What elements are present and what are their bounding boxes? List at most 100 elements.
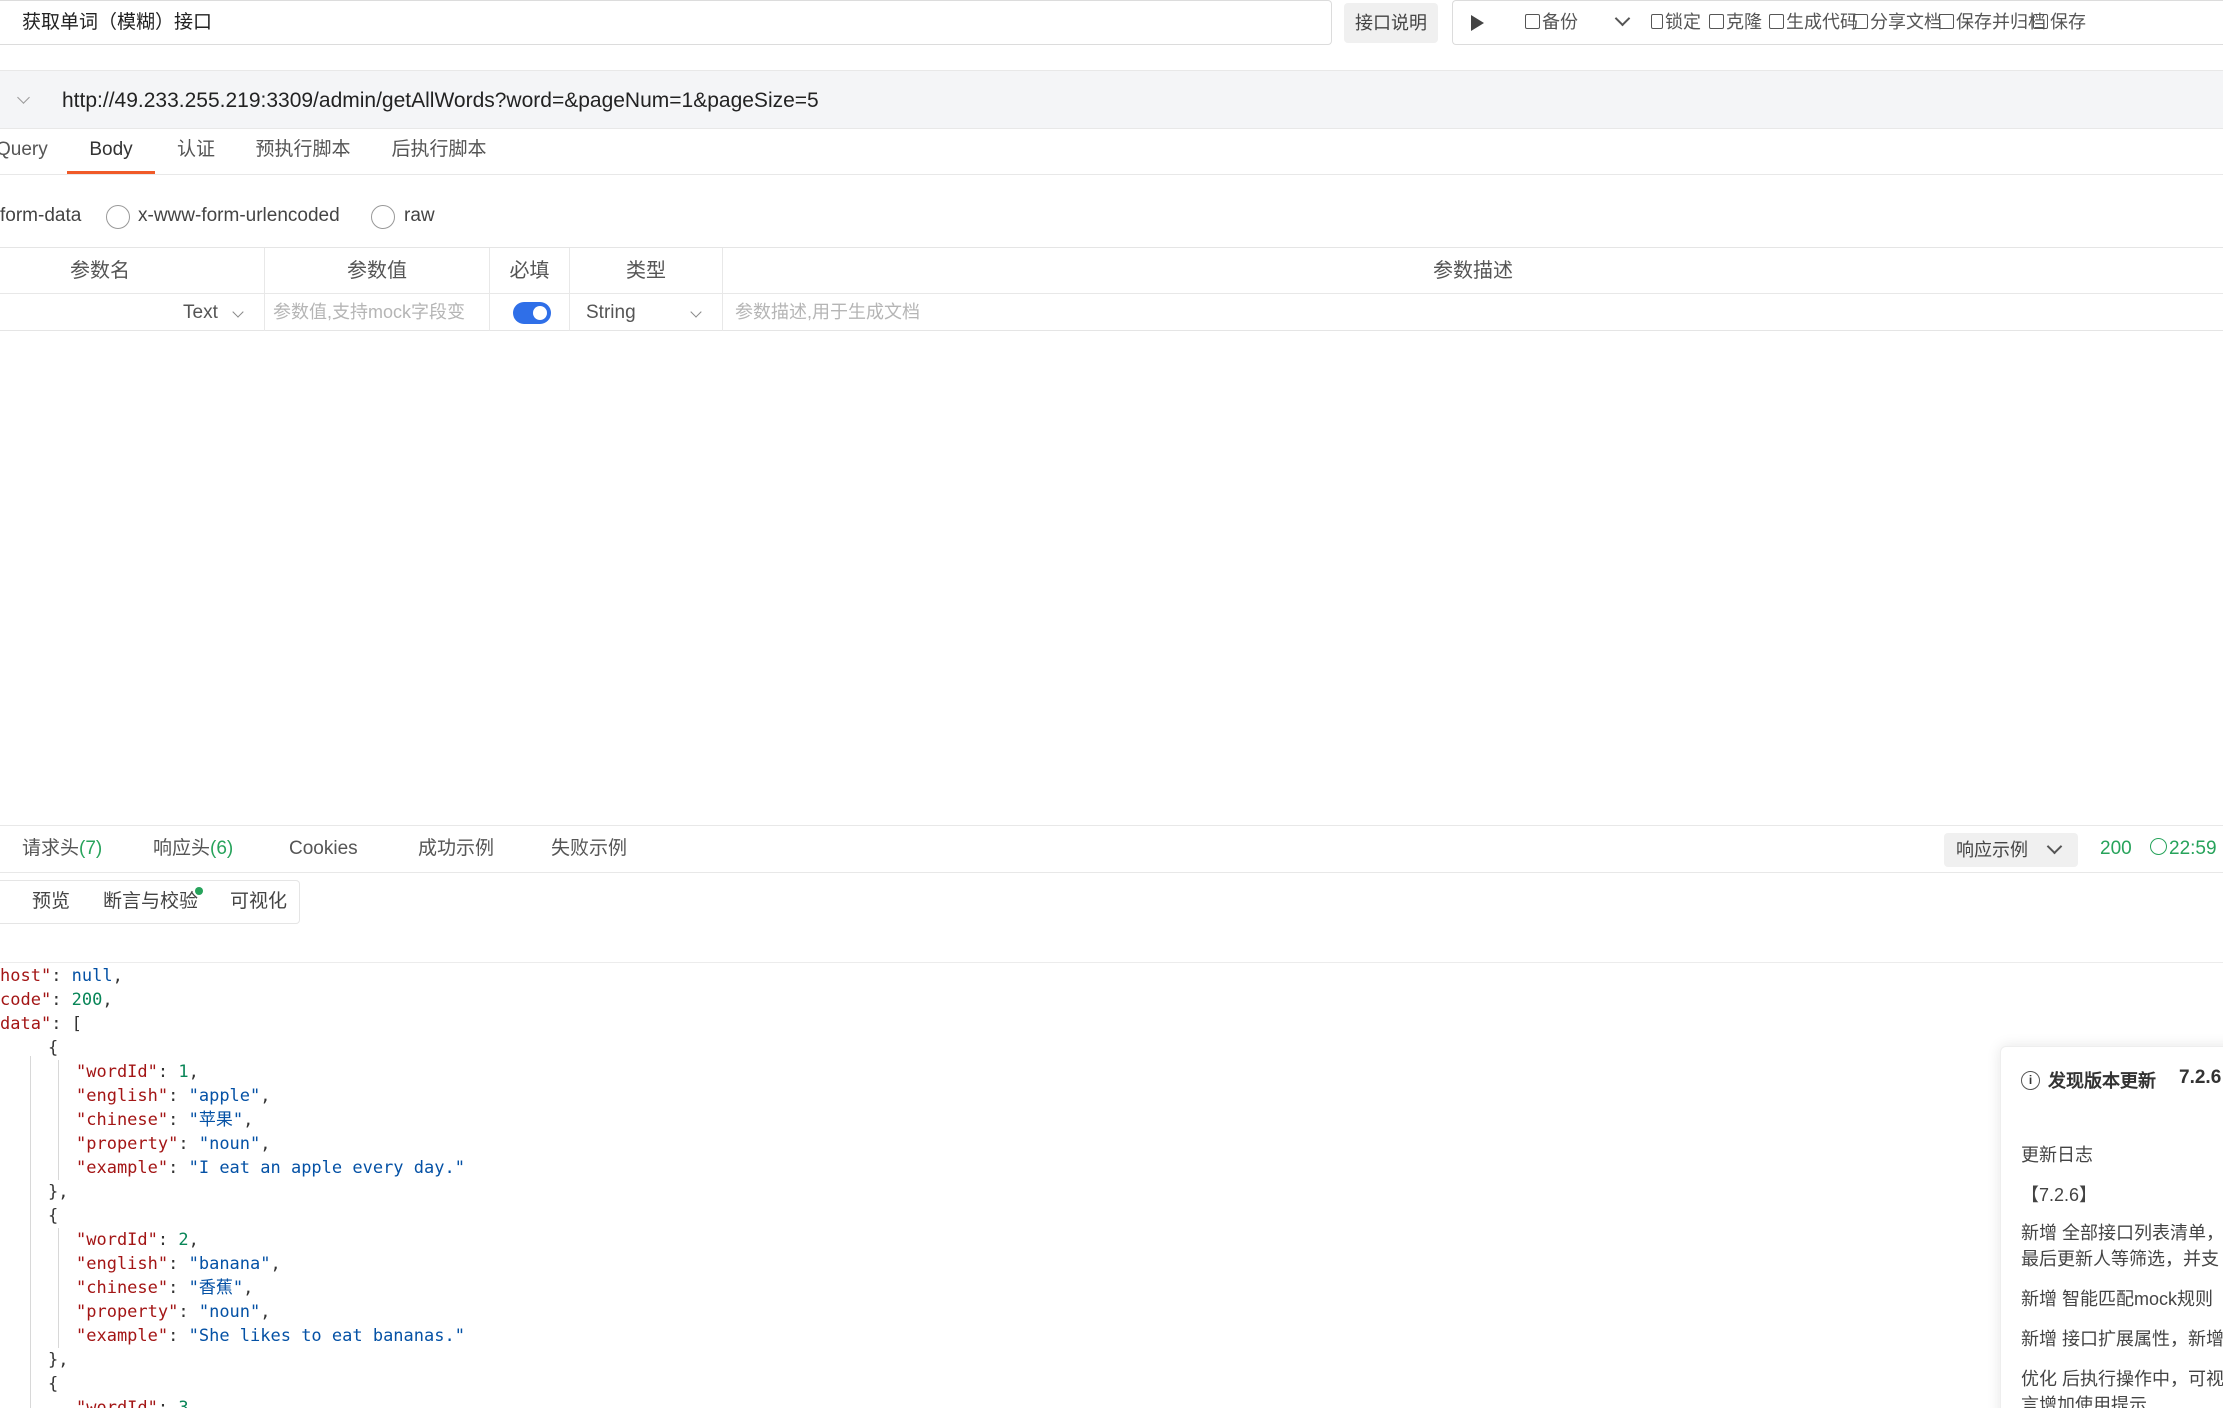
- description-input[interactable]: 参数描述,用于生成文档: [723, 302, 920, 322]
- body-type-form-data[interactable]: form-data: [0, 196, 81, 236]
- changelog-version-tag: 【7.2.6】: [2021, 1185, 2098, 1205]
- type-cell[interactable]: String: [570, 294, 723, 331]
- generate-code-button[interactable]: 生成代码: [1769, 1, 1858, 44]
- json-response-view[interactable]: host": null, code": 200, data": [{"wordId"…: [0, 964, 1990, 1408]
- method-dropdown-icon[interactable]: [17, 91, 30, 104]
- json-value: "香蕉": [188, 1278, 244, 1298]
- col-param-name: 参数名: [0, 248, 265, 293]
- body-type-urlencoded[interactable]: x-www-form-urlencoded: [138, 196, 340, 236]
- tab-preview[interactable]: 预览: [32, 881, 70, 923]
- clone-label: 克隆: [1726, 12, 1762, 32]
- backup-dropdown-icon[interactable]: [1614, 0, 1631, 40]
- json-value: {: [48, 1374, 59, 1394]
- share-doc-button[interactable]: 分享文档: [1853, 1, 1942, 44]
- json-key: "property": [76, 1302, 179, 1322]
- run-icon[interactable]: [1471, 15, 1484, 31]
- json-line: "wordId": 3: [76, 1396, 189, 1408]
- chevron-down-icon: [2046, 838, 2063, 855]
- json-value: 200: [71, 990, 103, 1010]
- response-headers-count: (6): [210, 838, 234, 859]
- param-table-header: 参数名 参数值 必填 类型 参数描述: [0, 248, 2223, 294]
- json-key: "wordId": [76, 1230, 158, 1250]
- indent-guide: [58, 1060, 59, 1180]
- json-line: "chinese": "香蕉",: [76, 1278, 254, 1298]
- json-line: {: [48, 1036, 58, 1060]
- response-view-tabs: 预览 断言与校验 可视化: [0, 880, 300, 924]
- json-value: "She likes to eat bananas.": [188, 1326, 465, 1346]
- url-input[interactable]: http://49.233.255.219:3309/admin/getAllW…: [62, 71, 819, 130]
- tab-response-headers[interactable]: 响应头(6): [153, 826, 233, 872]
- code-icon: [1769, 13, 1784, 29]
- type-chevron-icon[interactable]: [690, 306, 702, 318]
- top-bar: 获取单词（模糊）接口 接口说明 备份 锁定 克隆 生成代码 分享文档 保存并归档…: [0, 0, 2223, 46]
- type-select[interactable]: String: [586, 294, 636, 331]
- json-line: },: [48, 1348, 68, 1372]
- response-example-dropdown[interactable]: 响应示例: [1944, 833, 2078, 867]
- json-value: {: [48, 1038, 59, 1058]
- description-cell[interactable]: 参数描述,用于生成文档: [723, 294, 2223, 331]
- json-value: },: [48, 1182, 69, 1202]
- field-type-select[interactable]: Text: [183, 294, 218, 331]
- info-icon: i: [2021, 1070, 2040, 1090]
- param-value-input[interactable]: 参数值,支持mock字段变: [265, 302, 465, 322]
- json-line: },: [48, 1180, 68, 1204]
- tab-fail-example[interactable]: 失败示例: [551, 826, 627, 872]
- param-name-cell[interactable]: Text: [0, 294, 265, 331]
- changelog-line: 新增 接口扩展属性，新增: [2021, 1329, 2223, 1349]
- json-value: },: [48, 1350, 69, 1370]
- col-type: 类型: [570, 248, 723, 293]
- save-button[interactable]: 保存: [2033, 1, 2086, 44]
- indent-guide: [30, 1056, 31, 1408]
- json-line: {: [48, 1372, 58, 1396]
- col-description: 参数描述: [1433, 260, 1513, 282]
- share-doc-label: 分享文档: [1870, 12, 1942, 32]
- field-type-chevron-icon[interactable]: [232, 306, 244, 318]
- json-value: "banana": [188, 1254, 271, 1274]
- tab-assertions[interactable]: 断言与校验: [103, 881, 198, 923]
- json-value: [: [71, 1014, 82, 1034]
- body-type-raw[interactable]: raw: [404, 196, 435, 236]
- json-value: {: [48, 1206, 59, 1226]
- api-description-button[interactable]: 接口说明: [1344, 3, 1438, 43]
- backup-button[interactable]: 备份: [1525, 1, 1578, 44]
- json-key: "english": [76, 1254, 169, 1274]
- request-tabs: Query Body 认证 预执行脚本 后执行脚本: [0, 129, 2223, 175]
- param-table: 参数名 参数值 必填 类型 参数描述 Text 参数值,支持mock字段变 St…: [0, 247, 2223, 331]
- json-line: data": [: [0, 1014, 82, 1034]
- tab-request-headers[interactable]: 请求头(7): [22, 826, 102, 872]
- backup-label: 备份: [1542, 12, 1578, 32]
- radio-raw[interactable]: [371, 205, 395, 229]
- json-line: "property": "noun",: [76, 1134, 271, 1154]
- tab-body[interactable]: Body: [67, 129, 155, 174]
- api-name-input[interactable]: 获取单词（模糊）接口: [0, 0, 1332, 45]
- param-value-cell[interactable]: 参数值,支持mock字段变: [265, 294, 490, 331]
- json-line: host": null,: [0, 966, 123, 986]
- json-line: "example": "She likes to eat bananas.": [76, 1326, 465, 1346]
- json-value: 2: [178, 1230, 189, 1250]
- tab-query[interactable]: Query: [0, 129, 48, 174]
- tab-success-example[interactable]: 成功示例: [418, 826, 494, 872]
- tab-post-script[interactable]: 后执行脚本: [386, 129, 492, 174]
- json-line: "property": "noun",: [76, 1302, 271, 1322]
- json-line: {: [48, 1204, 58, 1228]
- json-value: "苹果": [188, 1110, 244, 1130]
- response-example-label: 响应示例: [1956, 840, 2028, 860]
- toolbar: 备份 锁定 克隆 生成代码 分享文档 保存并归档 保存: [1452, 0, 2223, 45]
- clone-icon: [1709, 13, 1724, 29]
- radio-urlencoded[interactable]: [106, 205, 130, 229]
- save-icon: [2033, 13, 2048, 29]
- tab-cookies[interactable]: Cookies: [289, 826, 358, 872]
- required-toggle[interactable]: [513, 302, 551, 324]
- json-line: "english": "apple",: [76, 1086, 271, 1106]
- url-bar: http://49.233.255.219:3309/admin/getAllW…: [0, 70, 2223, 129]
- json-line: "wordId": 1,: [76, 1062, 199, 1082]
- clone-button[interactable]: 克隆: [1709, 1, 1762, 44]
- tab-pre-script[interactable]: 预执行脚本: [250, 129, 356, 174]
- json-key: "wordId": [76, 1062, 158, 1082]
- response-tabs: 请求头(7) 响应头(6) Cookies 成功示例 失败示例 响应示例 200…: [0, 825, 2223, 873]
- tab-auth[interactable]: 认证: [172, 129, 220, 174]
- lock-button[interactable]: 锁定: [1651, 1, 1701, 44]
- tab-visualize[interactable]: 可视化: [230, 881, 287, 923]
- response-headers-label: 响应头: [153, 838, 211, 859]
- save-archive-button[interactable]: 保存并归档: [1939, 1, 2046, 44]
